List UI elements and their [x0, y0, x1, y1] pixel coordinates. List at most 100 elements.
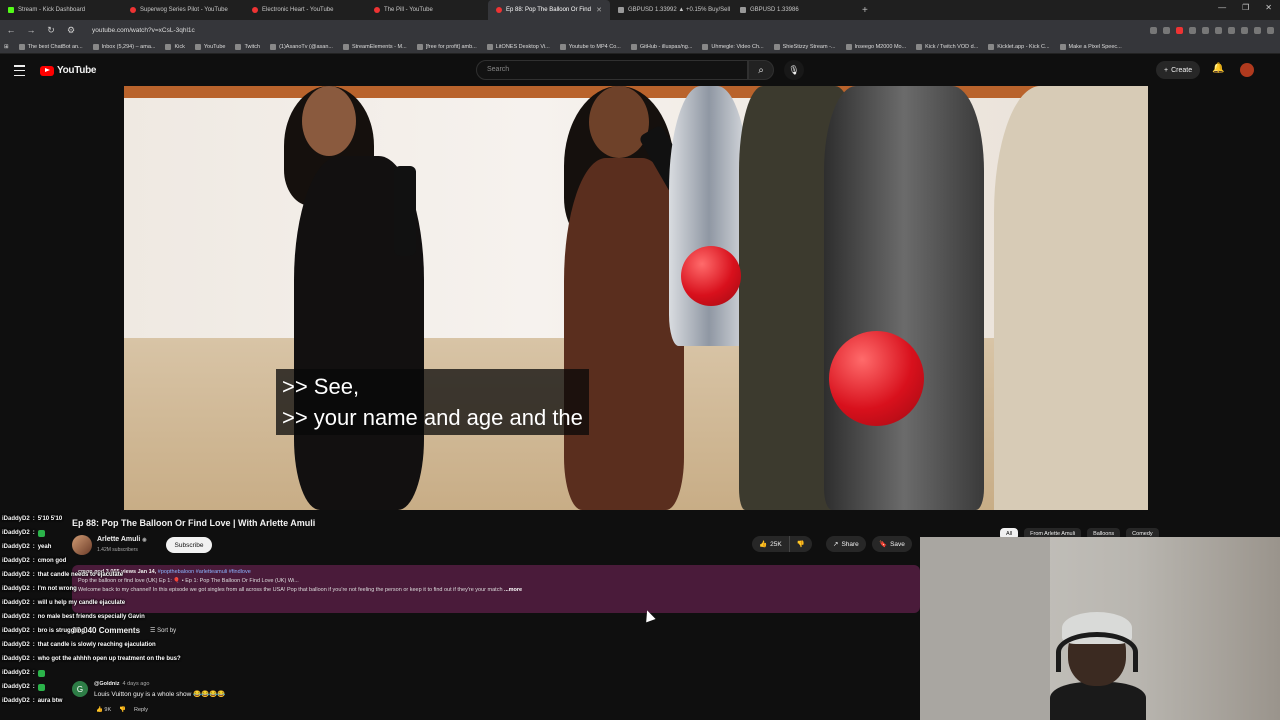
extension-icon[interactable] — [1241, 26, 1248, 34]
browser-tab[interactable]: GBPUSD 1.33986 — [732, 0, 854, 20]
save-button[interactable]: 🔖 Save — [872, 536, 912, 552]
like-dislike-group: 👍 25K 👎 — [752, 536, 812, 552]
chat-text: I'm not wrong — [37, 586, 77, 592]
bookmark-item[interactable]: Inseego M2000 Mo... — [845, 43, 906, 50]
tab-title: Ep 88: Pop The Balloon Or Find — [506, 7, 591, 13]
show-more-link[interactable]: ...more — [504, 587, 522, 593]
headphones-icon — [1056, 632, 1138, 672]
url-field[interactable]: youtube.com/watch?v=xCsL-3qhl1c — [92, 27, 195, 34]
browser-tab[interactable]: Superwog Series Pilot - YouTube — [122, 0, 244, 20]
bookmark-favicon-icon — [773, 43, 780, 50]
thumbs-down-icon: 👎 — [796, 541, 805, 548]
bookmark-item[interactable]: ShieStizzy Stream -... — [773, 43, 836, 50]
bookmark-item[interactable]: Youtube to MP4 Co... — [559, 43, 621, 50]
chat-badge-icon — [37, 683, 45, 691]
extension-icon[interactable] — [1189, 26, 1196, 34]
restore-icon[interactable]: ❐ — [1242, 3, 1249, 12]
extension-icon[interactable] — [1202, 26, 1209, 34]
like-button[interactable]: 👍 25K — [752, 536, 790, 552]
dislike-button[interactable]: 👎 — [789, 536, 812, 552]
reload-icon[interactable]: ↻ — [46, 25, 56, 36]
plus-icon: + — [1164, 66, 1169, 74]
chat-message: iDaddyD2: who got the ahhhh open up treat… — [0, 652, 230, 666]
bookmark-item[interactable]: The best ChatBot an... — [18, 43, 83, 50]
extension-icon[interactable] — [1215, 26, 1222, 34]
bookmark-item[interactable]: YouTube — [194, 43, 225, 50]
browser-tab[interactable]: Ep 88: Pop The Balloon Or Find ✕ — [488, 0, 610, 20]
video-player[interactable] — [124, 86, 1148, 510]
save-area: 🔖 Save — [872, 536, 912, 552]
bookmark-item[interactable]: StreamElements - M... — [342, 43, 407, 50]
bookmark-favicon-icon — [18, 43, 25, 50]
bookmark-icon: 🔖 — [879, 541, 888, 548]
search-button[interactable]: ⌕ — [748, 60, 774, 80]
browser-tab-bar: Stream - Kick Dashboard Superwog Series P… — [0, 0, 1280, 20]
like-count: 25K — [770, 540, 782, 548]
bookmark-item[interactable]: LitONES Desktop Vi... — [486, 43, 550, 50]
tab-title: Electronic Heart - YouTube — [262, 7, 334, 13]
extension-icon[interactable] — [1228, 26, 1235, 34]
extensions-area — [1150, 26, 1274, 34]
bookmark-item[interactable]: [free for profit] amb... — [416, 43, 477, 50]
back-icon[interactable]: ← — [6, 25, 16, 35]
bookmark-item[interactable]: Inbox (5,294) – ama... — [92, 43, 155, 50]
tab-title: GBPUSD 1.33986 — [750, 7, 799, 13]
extension-icon[interactable] — [1163, 26, 1170, 34]
search-icon: ⌕ — [758, 64, 764, 76]
chat-username: iDaddyD2 — [2, 670, 30, 676]
notifications-bell-icon[interactable]: 🔔 — [1212, 63, 1224, 74]
voice-search-button[interactable]: 🎙 — [784, 60, 804, 80]
bookmark-item[interactable]: Uhmegle: Video Ch... — [702, 43, 764, 50]
chat-message: iDaddyD2: — [0, 680, 230, 694]
bookmark-item[interactable]: Twitch — [235, 43, 260, 50]
bookmark-favicon-icon — [235, 43, 242, 50]
youtube-logo[interactable]: YouTube — [40, 65, 97, 76]
chat-message: iDaddyD2: that candle needs to ejaculate — [0, 568, 230, 582]
bookmark-favicon-icon — [630, 43, 637, 50]
extension-icon[interactable] — [1267, 26, 1274, 34]
account-avatar[interactable] — [1240, 63, 1254, 77]
bookmark-item[interactable]: (1)AsanoTv (@asan... — [270, 43, 333, 50]
close-tab-icon[interactable]: ✕ — [596, 6, 602, 14]
caption-line: >> See, — [282, 374, 360, 399]
tab-title: Superwog Series Pilot - YouTube — [140, 7, 228, 13]
video-contestant-plaid — [669, 86, 749, 346]
new-tab-icon[interactable]: + — [854, 5, 876, 16]
chat-text: 5'10 5'10 — [37, 516, 63, 522]
address-bar: ← → ↻ ⚙ youtube.com/watch?v=xCsL-3qhl1c — [0, 20, 1280, 40]
tab-title: Stream - Kick Dashboard — [18, 7, 86, 13]
video-contestant-gray-cardigan — [824, 86, 984, 510]
bookmark-favicon-icon — [194, 43, 201, 50]
chat-message: iDaddyD2: will u help my candle ejaculate — [0, 596, 230, 610]
browser-tab[interactable]: Stream - Kick Dashboard — [0, 0, 122, 20]
create-label: Create — [1171, 66, 1193, 74]
site-info-icon[interactable]: ⚙ — [66, 25, 76, 36]
bookmark-item[interactable]: Kicklet.app - Kick C... — [988, 43, 1050, 50]
close-window-icon[interactable]: ✕ — [1265, 3, 1272, 12]
share-area: ↗ Share — [826, 536, 866, 552]
tab-title: The Pill - YouTube — [384, 7, 433, 13]
search-input[interactable]: Search — [476, 60, 748, 80]
bookmark-item[interactable]: Kick / Twitch VOD d... — [916, 43, 978, 50]
minimize-icon[interactable]: — — [1218, 3, 1226, 12]
chat-text: bro is struggling — [37, 628, 86, 634]
extension-icon[interactable] — [1254, 26, 1261, 34]
browser-tab[interactable]: Electronic Heart - YouTube — [244, 0, 366, 20]
apps-grid-icon[interactable]: ⊞ — [4, 44, 9, 50]
extension-icon[interactable] — [1176, 26, 1183, 34]
forward-icon[interactable]: → — [26, 25, 36, 35]
extension-icon[interactable] — [1150, 26, 1157, 34]
browser-tab[interactable]: The Pill - YouTube — [366, 0, 488, 20]
video-captions: >> See, >> your name and age and the — [276, 369, 589, 435]
bookmark-item[interactable]: Kick — [165, 43, 185, 50]
share-button[interactable]: ↗ Share — [826, 536, 866, 552]
video-red-balloon — [681, 246, 741, 306]
create-button[interactable]: + Create — [1156, 61, 1201, 79]
chat-message: iDaddyD2: cmon god — [0, 554, 230, 568]
browser-tab[interactable]: GBPUSD 1.33992 ▲ +0.15% Buy/Sell — [610, 0, 732, 20]
bookmark-item[interactable]: Make a Pixel Speec... — [1059, 43, 1122, 50]
tab-favicon-icon — [496, 7, 502, 13]
bookmark-item[interactable]: GitHub - illuspas/ng... — [630, 43, 692, 50]
chat-username: iDaddyD2 — [2, 530, 30, 536]
hamburger-menu-icon[interactable] — [14, 65, 25, 76]
